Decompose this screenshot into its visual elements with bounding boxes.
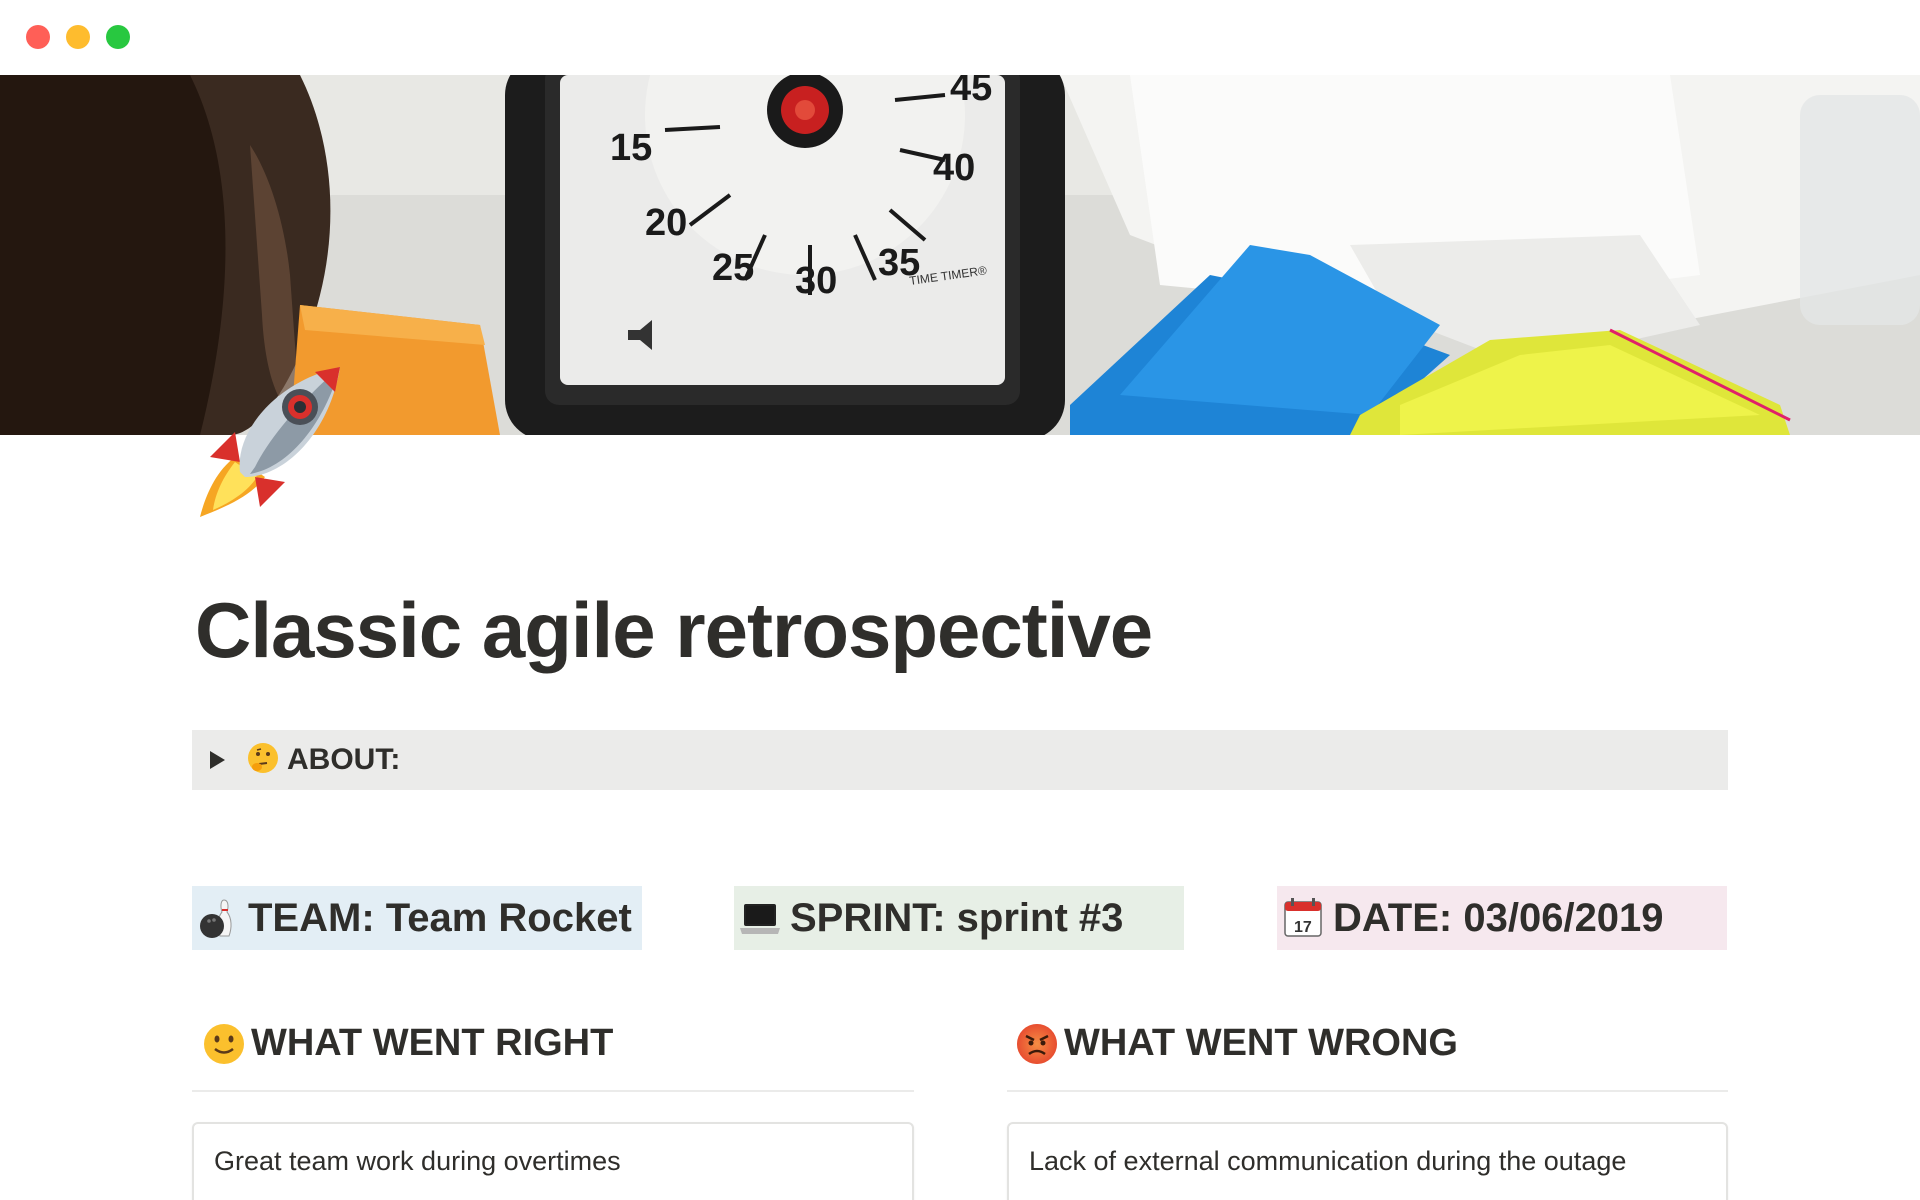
sprint-info[interactable]: SPRINT: sprint #3 — [734, 886, 1184, 950]
team-info[interactable]: TEAM: Team Rocket — [192, 886, 642, 950]
date-text: DATE: 03/06/2019 — [1333, 895, 1664, 940]
app-window: 15 20 25 30 35 40 45 TIME TIMER® Classic… — [0, 0, 1920, 1200]
svg-text:25: 25 — [712, 247, 754, 289]
divider — [1007, 1090, 1728, 1092]
thinking-face-icon — [247, 742, 279, 779]
went-wrong-card[interactable]: Lack of external communication during th… — [1007, 1122, 1728, 1200]
bowling-icon — [196, 896, 240, 940]
slightly-smiling-face-icon — [203, 1023, 245, 1065]
close-window-button[interactable] — [26, 25, 50, 49]
what-went-wrong-heading[interactable]: WHAT WENT WRONG — [1016, 1022, 1458, 1065]
zoom-window-button[interactable] — [106, 25, 130, 49]
minimize-window-button[interactable] — [66, 25, 90, 49]
calendar-icon: 17 — [1281, 896, 1325, 940]
what-went-wrong-label: WHAT WENT WRONG — [1064, 1022, 1458, 1064]
laptop-icon — [738, 896, 782, 940]
card-text: Great team work during overtimes — [214, 1146, 621, 1176]
team-text: TEAM: Team Rocket — [248, 895, 632, 940]
timer-number-15: 15 — [610, 127, 652, 169]
sprint-text: SPRINT: sprint #3 — [790, 895, 1124, 940]
title-bar — [0, 0, 1920, 75]
card-text: Lack of external communication during th… — [1029, 1146, 1627, 1176]
about-label: ABOUT: — [287, 743, 401, 776]
about-toggle[interactable]: ABOUT: — [192, 730, 1728, 790]
date-info[interactable]: 17 DATE: 03/06/2019 — [1277, 886, 1727, 950]
what-went-right-label: WHAT WENT RIGHT — [251, 1022, 614, 1064]
rocket-icon[interactable] — [195, 362, 355, 522]
page-title[interactable]: Classic agile retrospective — [195, 585, 1153, 676]
what-went-right-heading[interactable]: WHAT WENT RIGHT — [203, 1022, 613, 1065]
toggle-arrow-icon[interactable] — [210, 751, 225, 769]
angry-face-icon — [1016, 1023, 1058, 1065]
svg-text:45: 45 — [950, 75, 992, 109]
svg-text:40: 40 — [933, 147, 975, 189]
divider — [192, 1090, 914, 1092]
svg-text:30: 30 — [795, 260, 837, 302]
svg-text:17: 17 — [1294, 919, 1312, 936]
went-right-card[interactable]: Great team work during overtimes — [192, 1122, 914, 1200]
svg-text:20: 20 — [645, 202, 687, 244]
